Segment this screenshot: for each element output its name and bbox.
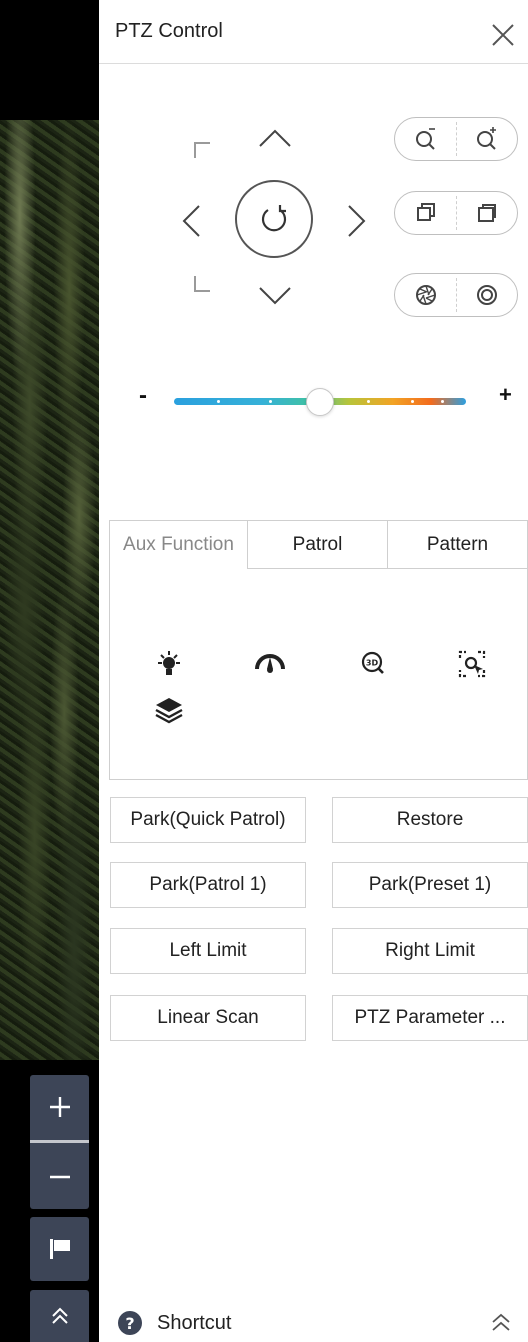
auto-focus-icon xyxy=(458,650,486,678)
focus-far-button[interactable] xyxy=(456,192,517,234)
zoom-divider xyxy=(30,1140,89,1143)
speed-tick xyxy=(217,400,220,403)
zoom-out-button[interactable] xyxy=(30,1145,89,1209)
linear-scan-button[interactable]: Linear Scan xyxy=(110,995,306,1041)
zoom-in-lens-button[interactable] xyxy=(456,118,517,160)
svg-text:3D: 3D xyxy=(366,659,379,668)
iris-pill xyxy=(394,273,518,317)
layers-button[interactable] xyxy=(152,693,186,727)
flag-icon xyxy=(49,1239,70,1259)
speed-tick xyxy=(441,400,444,403)
shortcut-section[interactable]: ? Shortcut xyxy=(117,1310,231,1336)
close-button[interactable] xyxy=(490,22,516,48)
chevron-left-icon xyxy=(182,205,200,237)
pan-down-button[interactable] xyxy=(255,276,295,316)
restore-button[interactable]: Restore xyxy=(332,797,528,843)
focus-pill xyxy=(394,191,518,235)
light-icon xyxy=(158,651,180,675)
3d-zoom-button[interactable]: 3D xyxy=(356,647,390,681)
iris-open-button[interactable] xyxy=(456,274,517,316)
speed-tick xyxy=(411,400,414,403)
tab-aux-function[interactable]: Aux Function xyxy=(110,521,247,569)
tab-pattern[interactable]: Pattern xyxy=(387,521,527,569)
iris-open-icon xyxy=(476,285,497,305)
focus-far-icon xyxy=(477,204,496,222)
speed-tick xyxy=(269,400,272,403)
park-preset-1-button[interactable]: Park(Preset 1) xyxy=(332,862,528,908)
rotate-icon xyxy=(261,205,287,232)
chevron-right-icon xyxy=(348,205,366,237)
tab-row: Aux Function Patrol Pattern xyxy=(110,521,527,569)
focus-near-icon xyxy=(416,203,435,221)
help-icon: ? xyxy=(118,1311,142,1335)
digital-zoom-control xyxy=(30,1075,89,1209)
pan-right-button[interactable] xyxy=(337,201,377,241)
chevron-down-icon xyxy=(259,287,291,305)
pad-corner xyxy=(194,276,210,292)
panel-title: PTZ Control xyxy=(115,20,223,42)
speed-tick xyxy=(367,400,370,403)
close-icon xyxy=(492,24,514,46)
chevron-up-icon xyxy=(259,129,291,147)
double-chevron-up-icon xyxy=(51,1307,68,1324)
right-limit-button[interactable]: Right Limit xyxy=(332,928,528,974)
svg-text:?: ? xyxy=(125,1314,134,1333)
speed-slider-thumb[interactable] xyxy=(306,388,334,416)
shortcut-label: Shortcut xyxy=(157,1311,232,1334)
manual-track-button[interactable] xyxy=(455,647,489,681)
minus-icon xyxy=(49,1175,70,1179)
auto-scan-button[interactable] xyxy=(235,180,313,258)
function-tabs: Aux Function Patrol Pattern 3D xyxy=(109,520,528,780)
light-button[interactable] xyxy=(152,647,186,681)
zoom-in-button[interactable] xyxy=(30,1075,89,1139)
ptz-control-panel: PTZ Control - + Aux Function Patrol Patt… xyxy=(99,0,528,1342)
left-limit-button[interactable]: Left Limit xyxy=(110,928,306,974)
iris-close-icon xyxy=(415,285,436,305)
park-patrol-1-button[interactable]: Park(Patrol 1) xyxy=(110,862,306,908)
ptz-parameter-button[interactable]: PTZ Parameter ... xyxy=(332,995,528,1041)
plus-icon xyxy=(49,1097,70,1117)
pan-up-button[interactable] xyxy=(255,118,295,158)
zoom-out-lens-button[interactable] xyxy=(395,118,456,160)
tab-patrol[interactable]: Patrol xyxy=(247,521,387,569)
speed-minus-label: - xyxy=(139,382,147,409)
collapse-toolbar-button[interactable] xyxy=(30,1290,89,1342)
iris-close-button[interactable] xyxy=(395,274,456,316)
zoom-out-icon xyxy=(415,128,435,150)
double-chevron-up-icon xyxy=(492,1313,510,1331)
3d-zoom-icon: 3D xyxy=(361,651,384,674)
speed-plus-label: + xyxy=(499,382,512,407)
video-image xyxy=(0,120,99,1060)
wiper-icon xyxy=(255,654,285,673)
pan-left-button[interactable] xyxy=(171,201,211,241)
pad-corner xyxy=(194,142,210,158)
shortcut-expand-button[interactable] xyxy=(486,1308,516,1338)
live-video-view[interactable] xyxy=(0,0,99,1342)
panel-header: PTZ Control xyxy=(99,0,528,64)
zoom-pill xyxy=(394,117,518,161)
layers-icon xyxy=(155,698,183,724)
wiper-button[interactable] xyxy=(253,645,287,679)
zoom-in-icon xyxy=(476,127,496,150)
focus-near-button[interactable] xyxy=(395,192,456,234)
ptz-speed-slider[interactable]: - + xyxy=(99,380,528,420)
park-quick-patrol-button[interactable]: Park(Quick Patrol) xyxy=(110,797,306,843)
flag-button[interactable] xyxy=(30,1217,89,1281)
